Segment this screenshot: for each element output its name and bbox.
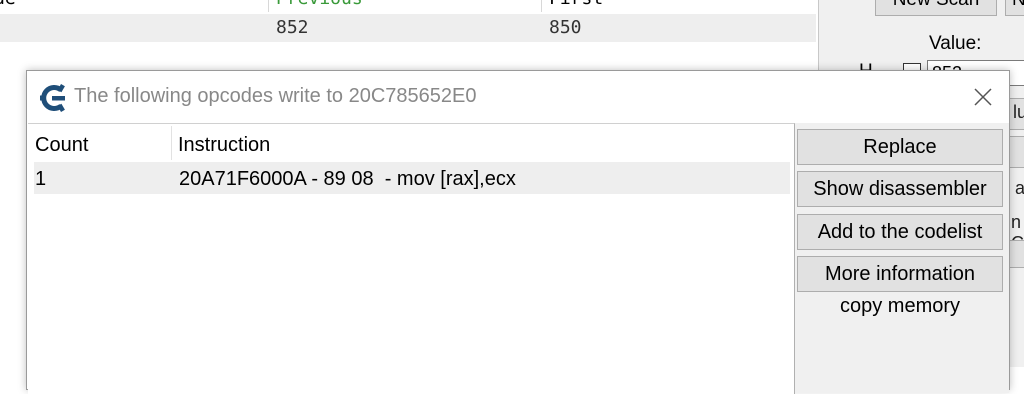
dialog-button-panel: Replace Show disassembler Add to the cod… — [795, 123, 1009, 393]
scan-type-fragment: a — [1015, 178, 1024, 199]
memory-option-box[interactable] — [1009, 240, 1024, 268]
column-value[interactable]: ue — [0, 0, 16, 9]
row-instruction: 20A71F6000A - 89 08 - mov [rax],ecx — [179, 168, 516, 190]
replace-button[interactable]: Replace — [797, 129, 1003, 165]
new-scan-button[interactable]: New Scan — [875, 0, 997, 16]
table-row[interactable]: 1 20A71F6000A - 89 08 - mov [rax],ecx — [34, 162, 790, 194]
dialog-titlebar[interactable]: The following opcodes write to 20C785652… — [27, 71, 1009, 123]
close-button[interactable] — [957, 71, 1009, 123]
column-previous[interactable]: Previous — [276, 0, 363, 9]
dialog-title: The following opcodes write to 20C785652… — [74, 85, 477, 107]
table-row[interactable]: 852 850 — [0, 14, 816, 42]
add-to-codelist-button[interactable]: Add to the codelist — [797, 214, 1003, 250]
row-previous-value: 852 — [276, 17, 309, 38]
column-divider — [541, 0, 542, 12]
next-scan-button[interactable]: N — [1005, 0, 1024, 16]
copy-memory-label[interactable]: copy memory — [795, 295, 1005, 318]
more-information-button[interactable]: More information — [797, 256, 1003, 292]
show-disassembler-button[interactable]: Show disassembler — [797, 171, 1003, 207]
row-count: 1 — [35, 168, 47, 190]
opcodes-list[interactable]: Count Instruction 1 20A71F6000A - 89 08 … — [28, 123, 795, 394]
column-first[interactable]: First — [549, 0, 603, 9]
column-count[interactable]: Count — [35, 124, 171, 160]
value-label: Value: — [929, 33, 982, 54]
row-first-value: 850 — [549, 17, 582, 38]
scan-results-list[interactable]: ue Previous First 852 850 — [0, 0, 816, 60]
column-instruction[interactable]: Instruction — [178, 124, 778, 160]
opcodes-dialog: The following opcodes write to 20C785652… — [26, 70, 1010, 394]
list-header: Count Instruction — [28, 124, 794, 160]
results-header: ue Previous First — [0, 0, 816, 12]
scan-type-box[interactable] — [1009, 136, 1024, 168]
column-separator — [171, 126, 172, 160]
close-icon — [974, 88, 992, 106]
cheat-engine-logo-icon — [40, 83, 65, 113]
scan-option-fragment: lu — [1013, 102, 1024, 122]
column-divider — [268, 0, 269, 12]
